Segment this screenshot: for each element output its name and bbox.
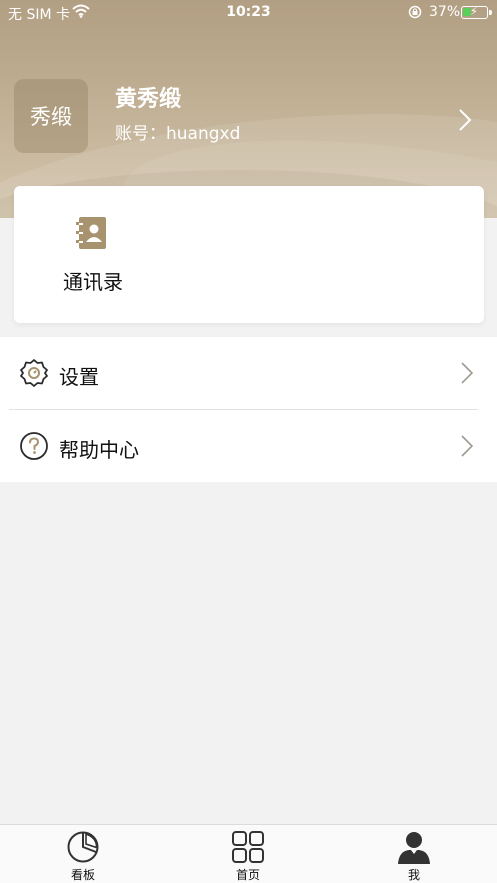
contacts-button[interactable]: 通讯录: [58, 216, 128, 296]
menu-item-settings[interactable]: 设置: [0, 337, 497, 410]
grid-icon: [231, 830, 265, 868]
settings-gear-icon: [19, 358, 49, 392]
tab-bar: 看板 首页 我: [0, 824, 497, 883]
tab-label: 首页: [235, 868, 260, 882]
menu-list: 设置 帮助中心: [0, 337, 497, 482]
avatar-text: 秀缎: [30, 105, 72, 129]
tab-label: 我: [407, 868, 420, 882]
contacts-book-icon: [76, 216, 108, 254]
status-bar: 无 SIM 卡 10:23 37% ⚡: [0, 0, 497, 26]
clock: 10:23: [226, 4, 271, 20]
person-icon: [397, 830, 431, 868]
chevron-right-icon[interactable]: [458, 108, 472, 136]
menu-item-label: 帮助中心: [59, 438, 139, 462]
profile-name[interactable]: 黄秀缎: [115, 81, 181, 113]
tab-dashboard[interactable]: 看板: [33, 825, 133, 883]
chevron-right-icon: [460, 361, 474, 389]
menu-item-label: 设置: [59, 365, 99, 389]
menu-item-help-center[interactable]: 帮助中心: [0, 410, 497, 482]
shortcut-card: 通讯录: [14, 186, 484, 323]
orientation-lock-icon: [408, 5, 422, 23]
help-question-icon: [19, 431, 49, 465]
tab-label: 看板: [70, 868, 95, 882]
chevron-right-icon: [460, 434, 474, 462]
tab-me[interactable]: 我: [364, 825, 464, 883]
battery-percent: 37%: [429, 4, 461, 20]
contacts-label: 通讯录: [63, 270, 123, 294]
profile-account: 账号：huangxd: [115, 124, 241, 144]
pie-chart-icon: [66, 830, 100, 868]
battery-icon: ⚡: [461, 5, 488, 19]
tab-home[interactable]: 首页: [198, 825, 298, 883]
avatar[interactable]: 秀缎: [14, 79, 88, 153]
